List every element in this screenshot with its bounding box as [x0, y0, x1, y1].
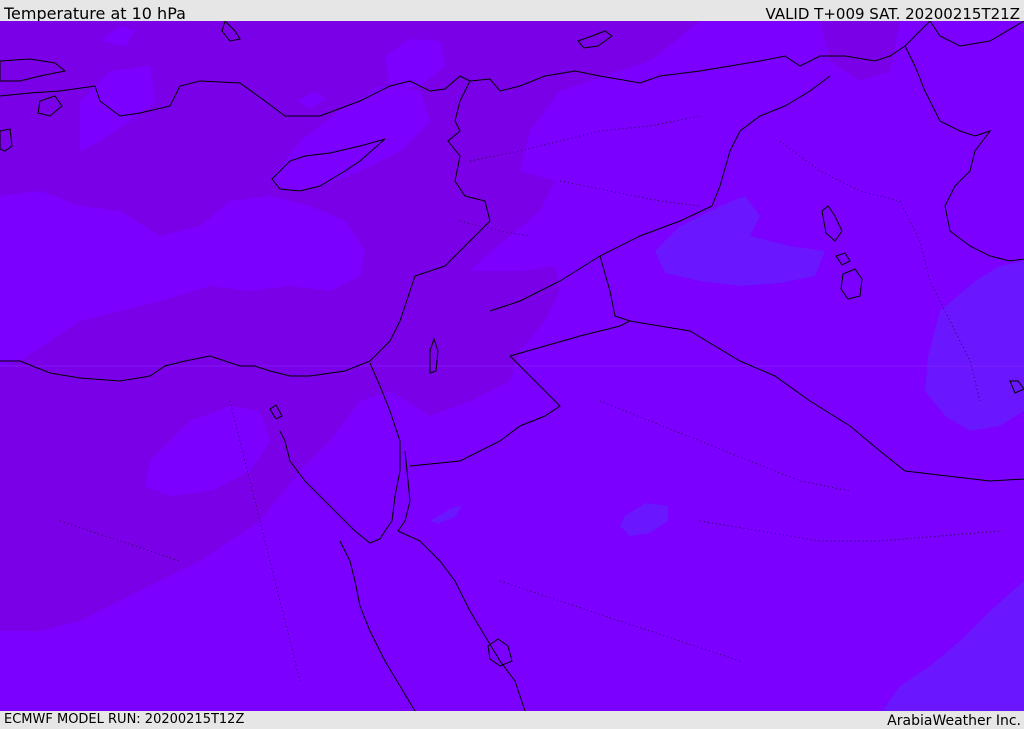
- model-run-label: ECMWF MODEL RUN: 20200215T12Z: [4, 712, 245, 727]
- top-bar: Temperature at 10 hPa VALID T+009 SAT. 2…: [0, 0, 1024, 23]
- temperature-map[interactable]: [0, 21, 1024, 711]
- credit-label: ArabiaWeather Inc.: [887, 713, 1021, 729]
- bottom-bar: ECMWF MODEL RUN: 20200215T12Z ArabiaWeat…: [0, 711, 1024, 729]
- map-canvas: [0, 21, 1024, 711]
